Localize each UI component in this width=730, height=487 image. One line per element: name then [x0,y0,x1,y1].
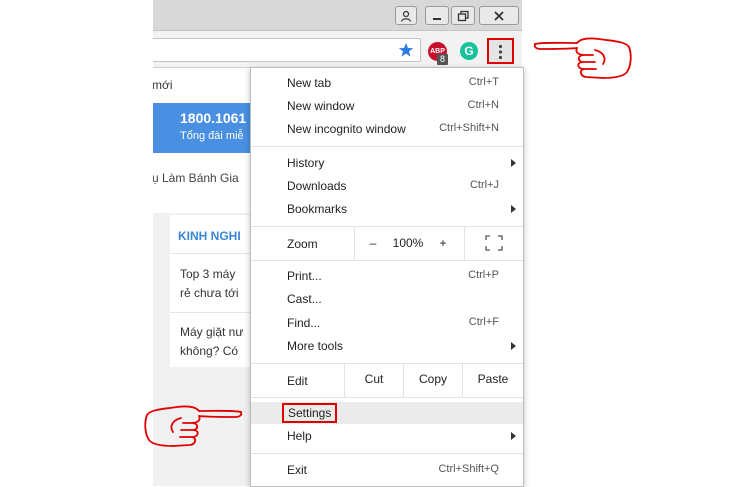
bookmark-star-icon[interactable] [398,42,414,58]
fullscreen-button[interactable] [465,227,523,260]
profile-button[interactable] [395,6,417,25]
copy-button[interactable]: Copy [404,364,462,397]
menu-item-new-window[interactable]: New window Ctrl+N [251,96,523,118]
three-dots-vertical-icon [498,44,503,60]
chrome-menu-button[interactable] [487,38,514,64]
menu-separator [251,453,523,454]
zoom-label: Zoom [287,237,318,251]
menu-item-more-tools[interactable]: More tools [251,336,523,358]
menu-item-find[interactable]: Find... Ctrl+F [251,313,523,335]
menu-separator [251,146,523,147]
menu-item-new-incognito-window[interactable]: New incognito window Ctrl+Shift+N [251,119,523,141]
browser-toolbar: ABP 8 G [153,31,522,68]
article-2-line-1: Máy giặt nư [180,325,244,339]
fullscreen-icon [485,235,503,251]
menu-item-shortcut: Ctrl+J [469,179,499,191]
menu-item-shortcut: Ctrl+P [468,269,499,281]
menu-item-label: Cast... [287,292,322,306]
menu-item-exit[interactable]: Exit Ctrl+Shift+Q [251,460,523,482]
menu-item-label: Downloads [287,179,347,193]
menu-item-label: Help [287,429,312,443]
title-bar [153,0,522,31]
pointing-hand-icon [144,405,243,447]
close-button[interactable] [479,6,519,25]
menu-item-shortcut: Ctrl+F [468,316,499,328]
card-heading: KINH NGHI [178,229,241,243]
address-bar[interactable] [153,38,421,62]
restore-icon [457,10,469,21]
menu-item-settings[interactable]: Settings [251,402,523,424]
submenu-arrow-icon [511,205,516,213]
paste-button[interactable]: Paste [463,364,523,397]
card-divider [170,312,250,313]
menu-item-label: Bookmarks [287,202,348,216]
menu-item-shortcut: Ctrl+T [468,76,499,88]
adblock-count-badge: 8 [437,54,448,65]
grammarly-extension-icon[interactable]: G [460,42,478,60]
pointing-hand-icon [533,37,632,79]
menu-item-label: New tab [287,76,332,90]
menu-item-shortcut: Ctrl+Shift+N [439,122,499,134]
menu-item-downloads[interactable]: Downloads Ctrl+J [251,176,523,198]
article-2-line-2: không? Có [180,344,239,358]
submenu-arrow-icon [511,159,516,167]
article-1-line-2: rẻ chưa tới [180,286,239,300]
menu-item-label: New window [287,99,355,113]
menu-item-label: Print... [287,269,322,283]
category-nav-link[interactable]: ụ Làm Bánh Gia [153,171,239,185]
menu-item-print[interactable]: Print... Ctrl+P [251,266,523,288]
cut-button[interactable]: Cut [345,364,403,397]
menu-item-history[interactable]: History [251,153,523,175]
submenu-arrow-icon [511,342,516,350]
zoom-out-button[interactable]: – [355,227,391,260]
menu-item-shortcut: Ctrl+N [467,99,499,111]
menu-separator [251,397,523,398]
header-link[interactable]: mới [153,78,173,92]
menu-item-label: Exit [287,463,308,477]
menu-row-edit: Edit Cut Copy Paste [251,364,523,397]
chrome-main-menu: New tab Ctrl+T New window Ctrl+N New inc… [250,67,524,487]
menu-item-label: Find... [287,316,321,330]
menu-row-zoom: Zoom – 100% + [251,227,523,260]
menu-item-label: More tools [287,339,344,353]
menu-item-label: Settings [282,403,338,423]
close-icon [494,10,504,21]
hotline-subtitle: Tổng đài miễ [180,130,244,142]
restore-button[interactable] [451,6,475,25]
minimize-button[interactable] [425,6,449,25]
article-1-line-1: Top 3 máy [180,267,236,281]
menu-item-bookmarks[interactable]: Bookmarks [251,199,523,221]
minimize-icon [433,17,441,20]
card-divider [170,253,250,254]
menu-item-new-tab[interactable]: New tab Ctrl+T [251,73,523,95]
zoom-in-button[interactable]: + [425,227,461,260]
submenu-arrow-icon [511,432,516,440]
menu-item-label: History [287,156,325,170]
zoom-level: 100% [392,236,424,250]
article-link-1[interactable]: Top 3 máy rẻ chưa tới [180,265,239,303]
menu-separator [251,260,523,261]
hotline-banner[interactable]: 1800.1061 Tổng đài miễ [153,103,258,153]
edit-label: Edit [287,374,308,388]
menu-item-help[interactable]: Help [251,426,523,448]
menu-item-cast[interactable]: Cast... [251,289,523,311]
menu-item-shortcut: Ctrl+Shift+Q [438,463,499,475]
experience-card: KINH NGHI Top 3 máy rẻ chưa tới Máy giặt… [170,215,250,367]
menu-item-label: New incognito window [287,122,406,136]
article-link-2[interactable]: Máy giặt nư không? Có [180,323,243,361]
person-icon [400,10,412,22]
hotline-number: 1800.1061 [180,110,247,126]
